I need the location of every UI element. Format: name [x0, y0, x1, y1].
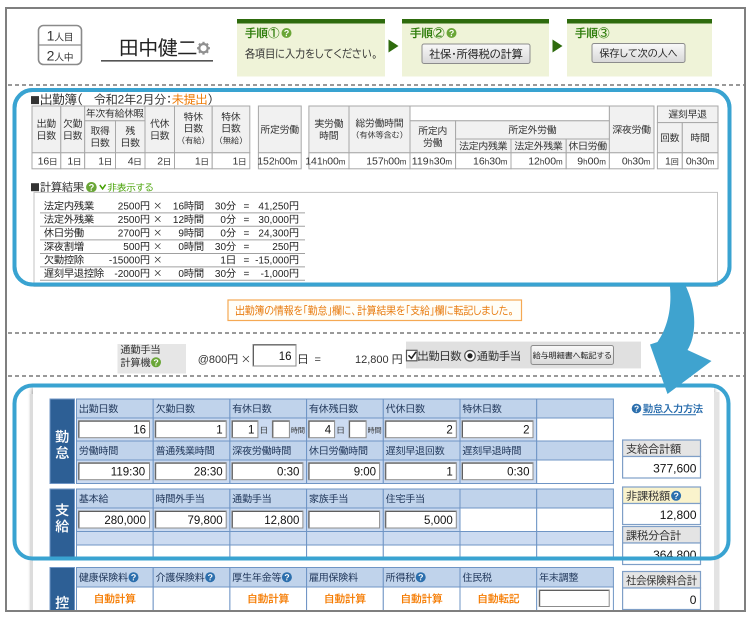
- svg-text:30: 30: [215, 201, 227, 212]
- svg-text:=: =: [244, 228, 250, 239]
- svg-text:00: 00: [544, 156, 556, 168]
- svg-text:1: 1: [220, 255, 226, 266]
- svg-text:m: m: [501, 158, 508, 167]
- svg-text:250: 250: [272, 242, 289, 253]
- svg-text:0:30: 0:30: [277, 467, 299, 479]
- svg-text:9: 9: [178, 228, 184, 239]
- svg-text:m: m: [556, 158, 563, 167]
- svg-text:0:30: 0:30: [507, 467, 529, 479]
- svg-text:280,000: 280,000: [104, 515, 146, 527]
- svg-text:00: 00: [588, 156, 600, 168]
- svg-text:79,800: 79,800: [188, 515, 223, 527]
- svg-text:1: 1: [446, 467, 452, 479]
- svg-text:0: 0: [178, 269, 184, 280]
- svg-text:30: 30: [489, 156, 501, 168]
- svg-text:m: m: [599, 158, 606, 167]
- svg-text:152: 152: [257, 156, 275, 168]
- svg-text:4: 4: [128, 156, 134, 168]
- svg-text:30: 30: [632, 156, 644, 168]
- svg-text:5,000: 5,000: [424, 515, 453, 527]
- svg-text:2500: 2500: [118, 201, 141, 212]
- svg-text:1: 1: [47, 28, 55, 44]
- svg-text:2: 2: [523, 425, 529, 437]
- svg-text:12,800: 12,800: [355, 354, 389, 366]
- svg-text:9:00: 9:00: [354, 467, 376, 479]
- svg-text:41,250: 41,250: [258, 201, 289, 212]
- svg-text:12,800: 12,800: [264, 515, 299, 527]
- svg-text:m: m: [339, 158, 346, 167]
- svg-text:30: 30: [696, 156, 708, 168]
- svg-text:119: 119: [412, 156, 429, 168]
- svg-text:=: =: [244, 215, 250, 226]
- svg-text:30: 30: [215, 269, 227, 280]
- svg-text:1: 1: [216, 425, 222, 437]
- svg-text:m: m: [708, 158, 715, 167]
- svg-text:00: 00: [279, 156, 291, 168]
- svg-text:4: 4: [325, 425, 332, 437]
- svg-text:1: 1: [67, 156, 73, 168]
- svg-text:00: 00: [388, 156, 400, 168]
- svg-text:16: 16: [173, 201, 185, 212]
- svg-text:2500: 2500: [118, 215, 141, 226]
- svg-text:119:30: 119:30: [111, 467, 145, 479]
- svg-text:00: 00: [327, 156, 339, 168]
- svg-text:30: 30: [215, 242, 227, 253]
- svg-text:2700: 2700: [118, 228, 141, 239]
- svg-text:m: m: [445, 158, 452, 167]
- svg-text:2: 2: [118, 93, 125, 107]
- svg-text:@800: @800: [198, 354, 228, 366]
- svg-text:12: 12: [528, 156, 540, 168]
- svg-text:0: 0: [178, 242, 184, 253]
- svg-text:141: 141: [305, 156, 323, 168]
- svg-text:2: 2: [47, 48, 55, 64]
- svg-text:0: 0: [220, 215, 226, 226]
- svg-text:=: =: [244, 269, 250, 280]
- svg-text:16: 16: [133, 425, 146, 437]
- svg-text:=: =: [244, 201, 250, 212]
- svg-text:m: m: [644, 158, 651, 167]
- svg-text:16: 16: [473, 156, 485, 168]
- svg-text:m: m: [291, 158, 298, 167]
- svg-text:=: =: [315, 354, 321, 366]
- svg-text:m: m: [400, 158, 407, 167]
- svg-text:-1,000: -1,000: [261, 269, 290, 280]
- svg-text:0: 0: [220, 228, 226, 239]
- svg-text:16: 16: [279, 351, 292, 363]
- svg-text:2: 2: [136, 93, 143, 107]
- svg-text:377,600: 377,600: [653, 461, 697, 475]
- svg-text:0: 0: [690, 593, 697, 607]
- svg-text:-15000: -15000: [109, 255, 141, 266]
- svg-text:28:30: 28:30: [194, 467, 223, 479]
- svg-text:2: 2: [157, 156, 163, 168]
- svg-text:12: 12: [173, 215, 185, 226]
- svg-text:157: 157: [366, 156, 384, 168]
- svg-text:-2000: -2000: [114, 269, 140, 280]
- svg-text:30,000: 30,000: [258, 215, 289, 226]
- svg-text:=: =: [244, 255, 250, 266]
- svg-text:=: =: [244, 242, 250, 253]
- svg-text:12,800: 12,800: [660, 508, 697, 522]
- svg-text:2: 2: [446, 425, 452, 437]
- svg-text:500: 500: [123, 242, 140, 253]
- svg-text:1: 1: [248, 425, 254, 437]
- svg-text:1: 1: [98, 156, 104, 168]
- svg-text:24,300: 24,300: [258, 228, 289, 239]
- svg-text:1: 1: [195, 156, 201, 168]
- svg-text:-15,000: -15,000: [255, 255, 289, 266]
- svg-text:30: 30: [434, 156, 446, 168]
- svg-text:1: 1: [665, 156, 671, 168]
- svg-text:16: 16: [38, 156, 50, 168]
- svg-text:1: 1: [233, 156, 239, 168]
